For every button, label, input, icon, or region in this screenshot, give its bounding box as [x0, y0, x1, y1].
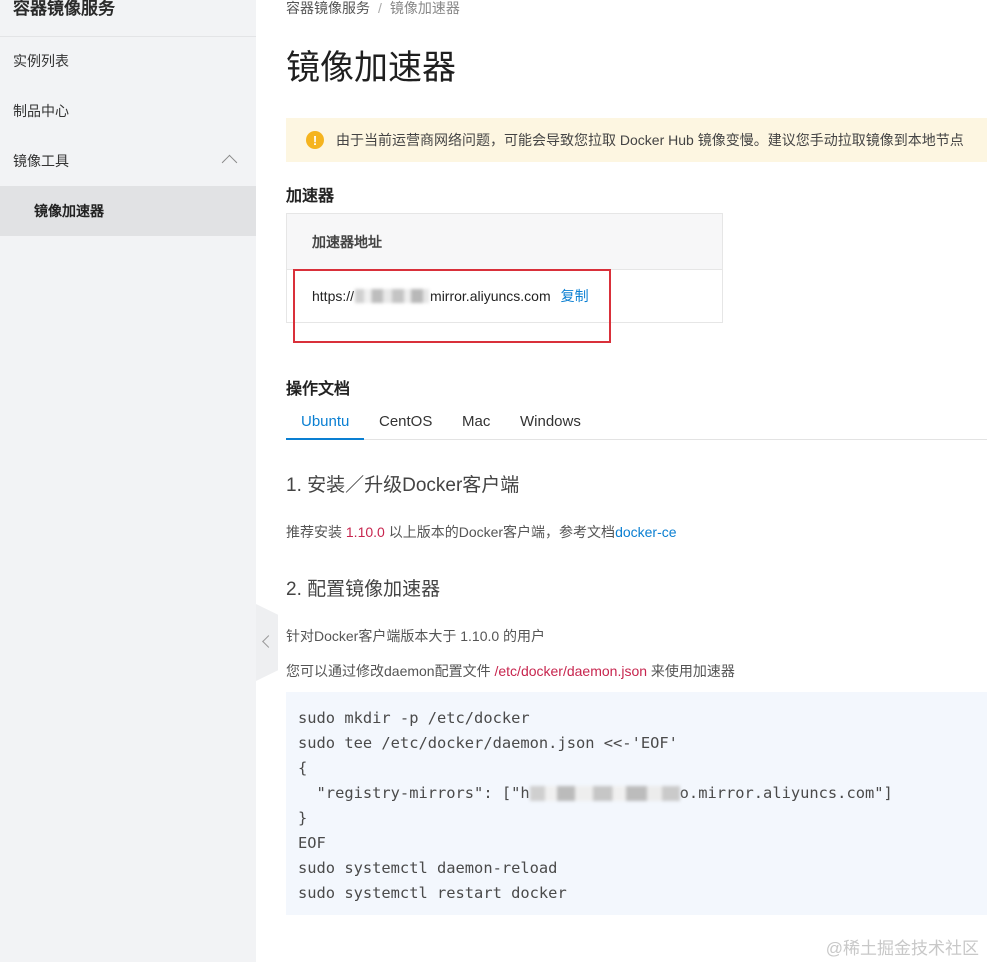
tab-mac[interactable]: Mac	[462, 413, 490, 430]
step1-text: 推荐安装 1.10.0 以上版本的Docker客户端，参考文档docker-ce	[286, 522, 677, 542]
chevron-left-icon	[262, 635, 275, 648]
step2-line1: 针对Docker客户端版本大于 1.10.0 的用户	[286, 628, 546, 644]
code-line: EOF	[298, 834, 326, 852]
sidebar: 容器镜像服务 实例列表 制品中心 镜像工具 镜像加速器	[0, 0, 256, 962]
warning-icon: !	[306, 131, 324, 149]
sidebar-item-accelerator[interactable]: 镜像加速器	[0, 186, 256, 236]
config-path: /etc/docker/daemon.json	[494, 663, 648, 679]
breadcrumb-separator: /	[378, 0, 382, 16]
page-title: 镜像加速器	[286, 49, 456, 87]
chevron-up-icon[interactable]	[221, 154, 238, 171]
sidebar-collapse-button[interactable]	[256, 604, 278, 681]
sidebar-title: 容器镜像服务	[13, 0, 115, 18]
sidebar-item-image-tools[interactable]: 镜像工具	[0, 136, 256, 186]
step2-line2-after: 来使用加速器	[647, 663, 735, 679]
step2-title: 2. 配置镜像加速器	[286, 579, 441, 600]
step2-line2: 您可以通过修改daemon配置文件 /etc/docker/daemon.jso…	[286, 661, 735, 681]
sidebar-item-artifacts[interactable]: 制品中心	[0, 86, 256, 136]
version-highlight: 1.10.0	[345, 524, 385, 540]
active-tab-indicator	[286, 438, 364, 440]
code-line: {	[298, 759, 308, 777]
code-mirrors-before: "registry-mirrors": ["h	[298, 784, 530, 802]
step1-title: 1. 安装／升级Docker客户端	[286, 475, 520, 496]
code-block: sudo mkdir -p /etc/docker sudo tee /etc/…	[286, 692, 987, 915]
docker-ce-link[interactable]: docker-ce	[615, 524, 676, 540]
sidebar-item-label: 制品中心	[13, 103, 69, 119]
accelerator-heading: 加速器	[286, 188, 335, 205]
code-mirrors-after: o.mirror.aliyuncs.com"]	[679, 784, 893, 802]
step1-text-before: 推荐安装	[286, 524, 346, 540]
breadcrumb-current: 镜像加速器	[389, 0, 460, 16]
sidebar-item-label: 实例列表	[13, 53, 69, 69]
tab-windows[interactable]: Windows	[520, 413, 581, 430]
code-line: sudo systemctl daemon-reload	[298, 859, 558, 877]
breadcrumb: 容器镜像服务 / 镜像加速器	[286, 0, 460, 18]
sidebar-item-label: 镜像加速器	[34, 203, 104, 219]
accelerator-column-header: 加速器地址	[287, 214, 722, 270]
step2-line2-before: 您可以通过修改daemon配置文件	[286, 663, 495, 679]
code-line: sudo tee /etc/docker/daemon.json <<-'EOF…	[298, 734, 678, 752]
os-tabs: Ubuntu CentOS Mac Windows	[286, 402, 987, 440]
watermark: @稀土掘金技术社区	[825, 939, 979, 958]
highlight-annotation-box	[293, 269, 611, 343]
code-line: sudo systemctl restart docker	[298, 884, 567, 902]
step1-text-middle: 以上版本的Docker客户端，参考文档	[384, 524, 616, 540]
code-line-mirrors: "registry-mirrors": ["h o.mirror.aliyuncs…	[298, 781, 987, 806]
breadcrumb-root[interactable]: 容器镜像服务	[286, 0, 370, 16]
notice-text: 由于当前运营商网络问题，可能会导致您拉取 Docker Hub 镜像变慢。建议您…	[336, 132, 964, 148]
code-line: }	[298, 809, 308, 827]
sidebar-item-label: 镜像工具	[13, 153, 69, 169]
notice-banner: ! 由于当前运营商网络问题，可能会导致您拉取 Docker Hub 镜像变慢。建…	[286, 118, 987, 162]
tab-centos[interactable]: CentOS	[379, 413, 432, 430]
docs-heading: 操作文档	[286, 381, 351, 398]
tab-ubuntu[interactable]: Ubuntu	[301, 413, 349, 430]
code-line: sudo mkdir -p /etc/docker	[298, 709, 530, 727]
redacted-blur	[529, 786, 680, 801]
sidebar-item-instances[interactable]: 实例列表	[0, 36, 256, 86]
